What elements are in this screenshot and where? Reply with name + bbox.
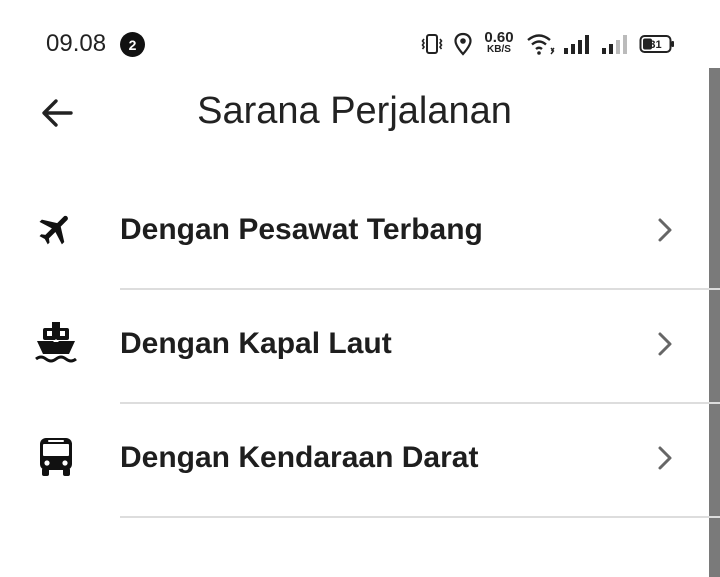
chevron-right-icon [652,215,678,245]
menu-item-label: Dengan Kapal Laut [120,327,392,360]
menu-item-darat[interactable]: Dengan Kendaraan Darat [0,403,709,517]
divider [120,516,720,518]
network-speed-value: 0.60 [484,29,514,46]
scroll-edge [709,68,720,577]
status-bar: 09.08 2 0.60 KB/S 31 [0,0,720,88]
menu-item-label: Dengan Kendaraan Darat [120,441,479,474]
page-title: Sarana Perjalanan [197,90,512,132]
network-speed: 0.60 KB/S [482,30,516,55]
vibrate-icon [420,32,444,56]
bus-icon [34,434,78,480]
chevron-right-icon [652,329,678,359]
battery-level: 31 [649,38,662,51]
wifi-icon [526,32,556,56]
menu-item-label: Dengan Pesawat Terbang [120,213,483,246]
notification-badge: 2 [120,32,145,57]
menu-item-pesawat[interactable]: Dengan Pesawat Terbang [0,175,709,289]
menu-item-kapal[interactable]: Dengan Kapal Laut [0,289,709,403]
battery-icon: 31 [639,34,675,54]
signal-icon-sim1 [562,32,592,56]
status-time: 09.08 [46,30,107,57]
app-bar: Sarana Perjalanan [0,88,709,138]
signal-icon-sim2 [600,32,630,56]
airplane-icon [34,206,78,252]
network-speed-unit: KB/S [487,44,511,55]
chevron-right-icon [652,443,678,473]
location-icon [452,32,474,56]
ship-icon [34,320,78,366]
